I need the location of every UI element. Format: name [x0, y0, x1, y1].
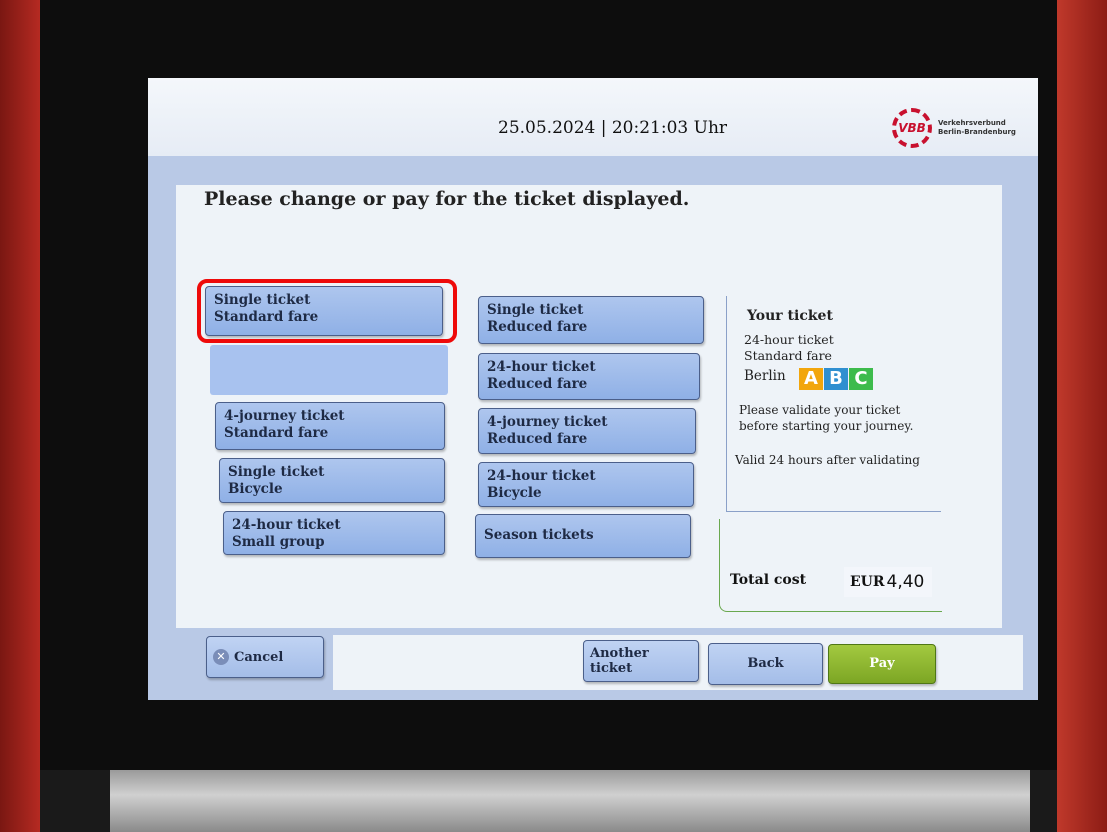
ticket-button-line1: Single ticket: [228, 464, 325, 480]
page-heading: Please change or pay for the ticket disp…: [204, 188, 690, 210]
ticket-info-type: 24-hour ticket: [744, 332, 834, 347]
machine-housing-right: [1057, 0, 1107, 832]
ticket-4journey-reduced-button[interactable]: 4-journey ticket Reduced fare: [478, 408, 696, 454]
selection-highlight: [197, 279, 457, 343]
ticket-info-panel: Your ticket 24-hour ticket Standard fare…: [726, 296, 941, 512]
total-currency: EUR: [850, 574, 885, 590]
machine-shelf: [110, 770, 1030, 832]
total-amount: 4,40: [886, 572, 925, 592]
ticket-24h-reduced-button[interactable]: 24-hour ticket Reduced fare: [478, 353, 700, 400]
validate-note-line1: Please validate your ticket: [739, 403, 901, 417]
ticket-button-line1: 4-journey ticket: [224, 408, 345, 424]
ticket-button-line2: Bicycle: [228, 481, 283, 497]
vbb-logo: VBB Verkehrsverbund Berlin-Brandenburg: [892, 108, 1016, 148]
ticket-button-line1: 24-hour ticket: [487, 359, 596, 375]
ticket-button-line2: Bicycle: [487, 485, 542, 501]
ticket-4journey-standard-button[interactable]: 4-journey ticket Standard fare: [215, 402, 445, 450]
zone-a-badge: A: [799, 368, 823, 390]
ticket-button-line2: Small group: [232, 534, 325, 550]
vbb-logo-text: Verkehrsverbund Berlin-Brandenburg: [938, 119, 1016, 137]
tariff-zones: A B C: [799, 368, 874, 390]
ticket-button-line1: Season tickets: [484, 527, 594, 543]
vbb-logo-text-line1: Verkehrsverbund: [938, 119, 1006, 127]
back-button[interactable]: Back: [708, 643, 823, 685]
total-cost-label: Total cost: [730, 572, 807, 588]
ticket-info-area: Berlin: [744, 368, 786, 384]
total-cost-value: EUR 4,40: [844, 567, 932, 597]
close-circle-icon: ✕: [213, 649, 229, 665]
validate-note-line2: before starting your journey.: [739, 419, 914, 433]
ticket-info-fare: Standard fare: [744, 348, 832, 363]
cancel-label: Cancel: [234, 649, 284, 665]
ticket-button-line1: 24-hour ticket: [487, 468, 596, 484]
ticket-button-line2: Reduced fare: [487, 376, 588, 392]
ticket-24h-bicycle-button[interactable]: 24-hour ticket Bicycle: [478, 462, 694, 507]
datetime-display: 25.05.2024 | 20:21:03 Uhr: [498, 118, 728, 138]
ticket-button-line2: Standard fare: [224, 425, 329, 441]
ticket-single-bicycle-button[interactable]: Single ticket Bicycle: [219, 458, 445, 503]
ticket-machine-screen: 25.05.2024 | 20:21:03 Uhr VBB Verkehrsve…: [148, 78, 1038, 700]
vbb-logo-mark: VBB: [892, 108, 932, 148]
vbb-logo-text-line2: Berlin-Brandenburg: [938, 128, 1016, 136]
ticket-24h-smallgroup-button[interactable]: 24-hour ticket Small group: [223, 511, 445, 555]
ticket-season-button[interactable]: Season tickets: [475, 514, 691, 558]
ticket-button-line1: 4-journey ticket: [487, 414, 608, 430]
another-ticket-line1: Another: [590, 646, 649, 661]
ticket-button-line1: Single ticket: [487, 302, 584, 318]
ticket-single-reduced-button[interactable]: Single ticket Reduced fare: [478, 296, 704, 344]
top-bar: 25.05.2024 | 20:21:03 Uhr VBB Verkehrsve…: [148, 78, 1038, 156]
redacted-button: [210, 345, 448, 395]
cancel-button[interactable]: ✕ Cancel: [206, 636, 324, 678]
ticket-button-line1: 24-hour ticket: [232, 517, 341, 533]
pay-button[interactable]: Pay: [828, 644, 936, 684]
total-cost-box: Total cost EUR 4,40: [719, 519, 942, 612]
another-ticket-button[interactable]: Another ticket: [583, 640, 699, 682]
ticket-button-line2: Reduced fare: [487, 431, 588, 447]
zone-b-badge: B: [824, 368, 848, 390]
ticket-button-line2: Reduced fare: [487, 319, 588, 335]
ticket-info-title: Your ticket: [747, 308, 833, 324]
machine-housing-left: [0, 0, 40, 832]
validity-note: Valid 24 hours after validating: [735, 453, 920, 467]
zone-c-badge: C: [849, 368, 873, 390]
another-ticket-line2: ticket: [590, 661, 633, 676]
